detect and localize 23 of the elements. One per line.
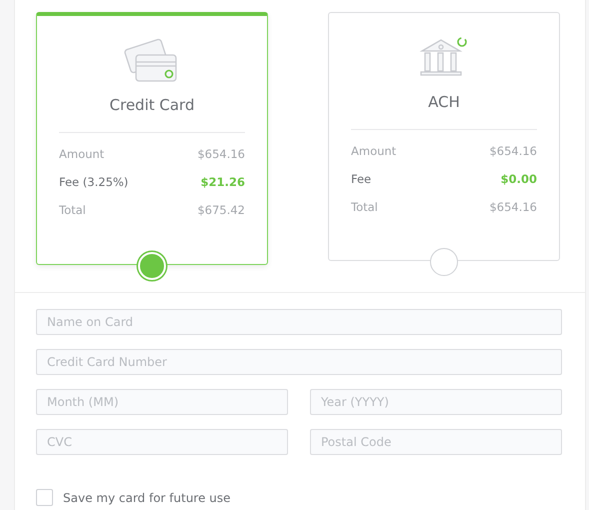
input-field[interactable]: Year (YYYY) [310, 389, 562, 415]
amount-label: Fee (3.25%) [59, 175, 128, 189]
amount-value: $654.16 [197, 147, 245, 161]
amount-label: Total [351, 200, 378, 214]
amount-label: Fee [351, 172, 372, 186]
radio-button[interactable] [430, 248, 458, 276]
amount-value: $654.16 [489, 200, 537, 214]
input-field[interactable]: Month (MM) [36, 389, 288, 415]
card-title: ACH [351, 93, 537, 130]
input-field[interactable]: CVC [36, 429, 288, 455]
amount-value: $0.00 [500, 172, 537, 186]
amount-value: $21.26 [200, 175, 245, 189]
input-field[interactable]: Name on Card [36, 309, 562, 335]
checkbox-label: Save my card for future use [63, 490, 231, 504]
amount-label: Amount [59, 147, 104, 161]
input-field[interactable]: Postal Code [310, 429, 562, 455]
amount-label: Amount [351, 144, 396, 158]
amount-value: $654.16 [489, 144, 537, 158]
checkbox[interactable] [36, 489, 53, 506]
amount-value: $675.42 [197, 203, 245, 217]
card-title: Credit Card [59, 96, 245, 133]
amount-label: Total [59, 203, 86, 217]
input-field[interactable]: Credit Card Number [36, 349, 562, 375]
